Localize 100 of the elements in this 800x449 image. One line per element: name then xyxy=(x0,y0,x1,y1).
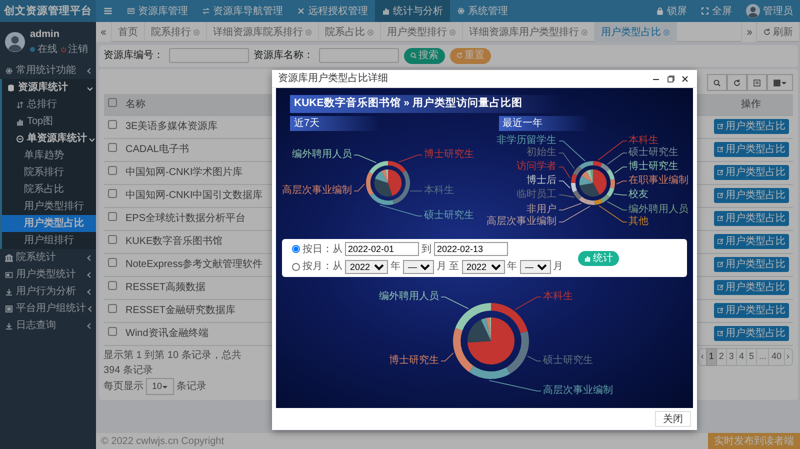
menu-item[interactable]: 平台用户组统计 xyxy=(0,300,96,317)
leader-line xyxy=(354,183,365,192)
action-button[interactable]: 用户类型占比 xyxy=(714,280,788,294)
leader-line xyxy=(514,296,542,310)
menu-item[interactable]: 用户类型排行 xyxy=(2,198,96,215)
tab[interactable]: 院系占比 xyxy=(319,22,381,42)
checkbox[interactable] xyxy=(108,280,116,290)
leader-line xyxy=(410,190,422,192)
action-button[interactable]: 用户类型占比 xyxy=(714,164,788,180)
menu-item[interactable]: 用户类型统计 xyxy=(0,266,96,283)
select-field[interactable]: — xyxy=(520,260,550,274)
menu-item[interactable]: 用户行为分析 xyxy=(0,283,96,300)
close-button[interactable]: 关闭 xyxy=(655,411,691,427)
chevron-icon xyxy=(87,272,93,278)
double-chevron-left-icon xyxy=(100,28,107,36)
chart-label: 硕士研究生 xyxy=(543,355,593,368)
date-field[interactable]: 2022-02-01 xyxy=(345,242,419,256)
leader-line xyxy=(613,166,627,174)
date-field[interactable]: 2022-02-13 xyxy=(434,242,508,256)
action-button[interactable]: 用户类型占比 xyxy=(714,256,788,272)
nav-link[interactable]: 资源库管理 xyxy=(120,0,195,22)
input-field[interactable] xyxy=(168,48,248,63)
menu-item[interactable]: 用户组排行 xyxy=(2,232,96,249)
fullscreen-link[interactable]: 全屏 xyxy=(694,0,739,22)
edit-icon xyxy=(716,122,724,130)
logout-link[interactable]: 注销 xyxy=(60,42,88,57)
search-button[interactable]: 搜索 xyxy=(404,48,444,64)
page-link[interactable]: 3 xyxy=(726,348,737,366)
download-icon xyxy=(5,322,13,330)
radio-button[interactable] xyxy=(292,245,300,254)
tab[interactable]: 详细资源库院系排行 xyxy=(207,22,319,42)
menu-item[interactable]: 日志查询 xyxy=(0,317,96,334)
lock-screen-link[interactable]: 锁屏 xyxy=(649,0,694,22)
nav-link[interactable]: 统计与分析 xyxy=(375,0,450,22)
checkbox[interactable] xyxy=(108,142,116,152)
checkbox[interactable] xyxy=(108,120,116,128)
checkbox[interactable] xyxy=(108,98,116,106)
menu-item[interactable]: 总排行 xyxy=(2,96,96,113)
app-title: 创文资源管理平台 xyxy=(0,0,96,22)
select-field[interactable]: 2022 xyxy=(462,260,504,274)
action-button[interactable]: 用户类型占比 xyxy=(714,302,788,318)
record-count-text: 显示第 1 到第 10 条记录，总共 394 条记录 xyxy=(104,348,242,378)
maximize-button[interactable] xyxy=(664,74,676,82)
tab[interactable]: 用户类型占比 xyxy=(595,22,677,42)
refresh-button[interactable] xyxy=(726,74,746,91)
page-size-dropdown[interactable]: 10 xyxy=(146,378,174,395)
checkbox[interactable] xyxy=(108,166,116,174)
tab[interactable]: 首页 xyxy=(112,22,145,42)
scroll-right-button[interactable] xyxy=(741,22,757,42)
section-heading: 近7天 xyxy=(290,116,380,131)
action-button[interactable]: 用户类型占比 xyxy=(714,210,788,226)
radio-button[interactable] xyxy=(292,262,300,271)
statistics-button[interactable]: 统计 xyxy=(578,250,619,266)
checkbox[interactable] xyxy=(108,212,116,220)
columns-button[interactable] xyxy=(766,74,792,91)
user-menu[interactable]: 管理员 xyxy=(739,0,800,22)
nav-link[interactable]: 远程授权管理 xyxy=(290,0,375,22)
select-field[interactable]: — xyxy=(403,260,434,274)
page-link[interactable]: 4 xyxy=(736,348,747,366)
menu-item[interactable]: 资源库统计 xyxy=(2,79,96,96)
page-link[interactable]: 40 xyxy=(768,348,784,366)
nav-link[interactable]: 系统管理 xyxy=(450,0,515,22)
menu-item[interactable]: Top图 xyxy=(2,113,96,130)
chart-label: 高层次事业编制 xyxy=(282,184,352,197)
refresh-icon xyxy=(456,52,462,59)
menu-item[interactable]: 院系占比 xyxy=(2,181,96,198)
scroll-left-button[interactable] xyxy=(96,22,112,42)
refresh-link[interactable]: 刷新 xyxy=(757,22,800,42)
input-field[interactable] xyxy=(318,48,398,63)
menu-item[interactable]: 单资源库统计 xyxy=(2,130,96,147)
action-button[interactable]: 用户类型占比 xyxy=(714,326,788,340)
select-field[interactable]: 2022 xyxy=(345,260,388,274)
action-button[interactable]: 用户类型占比 xyxy=(714,188,788,202)
page-link[interactable]: ‹ xyxy=(698,348,707,366)
status-text: 在线 xyxy=(38,42,58,57)
page-link[interactable]: 1 xyxy=(706,348,717,366)
menu-item[interactable]: 院系排行 xyxy=(2,164,96,181)
checkbox[interactable] xyxy=(108,326,116,336)
close-button[interactable] xyxy=(679,74,691,82)
checkbox[interactable] xyxy=(108,188,116,198)
dialog-title: 资源库用户类型占比详细 xyxy=(278,72,388,86)
action-button[interactable]: 用户类型占比 xyxy=(714,118,788,134)
checkbox[interactable] xyxy=(108,258,116,266)
page-link[interactable]: 5 xyxy=(746,348,757,366)
action-button[interactable]: 用户类型占比 xyxy=(714,234,788,248)
edit-icon xyxy=(716,214,724,222)
export-button[interactable] xyxy=(746,74,766,91)
menu-item[interactable]: 用户类型占比 xyxy=(2,215,96,232)
tab[interactable]: 用户类型排行 xyxy=(381,22,463,42)
export-icon xyxy=(752,78,760,86)
nav-link[interactable]: 资源库导航管理 xyxy=(195,0,290,22)
search-button[interactable] xyxy=(706,74,726,91)
action-button[interactable]: 用户类型占比 xyxy=(714,142,788,156)
checkbox[interactable] xyxy=(108,304,116,312)
edit-icon xyxy=(716,306,724,314)
menu-item[interactable]: 院系统计 xyxy=(0,249,96,266)
tab[interactable]: 院系排行 xyxy=(145,22,207,42)
checkbox[interactable] xyxy=(108,234,116,244)
menu-item[interactable]: 常用统计功能 xyxy=(0,62,96,79)
menu-item[interactable]: 单库趋势 xyxy=(2,147,96,164)
